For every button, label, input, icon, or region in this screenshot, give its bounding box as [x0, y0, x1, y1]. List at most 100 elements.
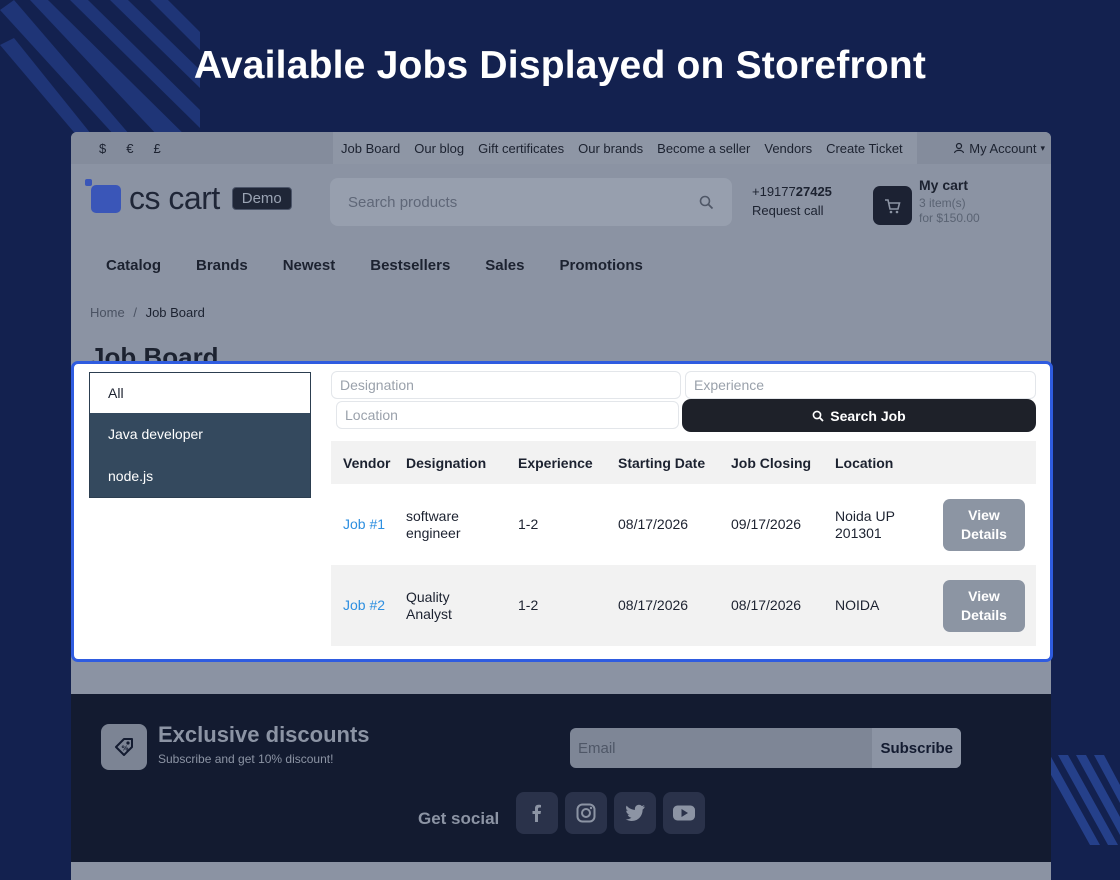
chevron-down-icon: ▾	[1040, 142, 1045, 153]
currency-eur[interactable]: €	[126, 141, 133, 156]
location-input[interactable]: Location	[336, 401, 679, 429]
topnav-create-ticket[interactable]: Create Ticket	[826, 141, 903, 156]
starting-date-cell: 08/17/2026	[618, 597, 689, 613]
location-line: 201301	[835, 524, 882, 541]
table-row: Job #1 software engineer 1-2 08/17/2026 …	[331, 484, 1036, 565]
view-details-label: Details	[961, 525, 1007, 542]
topnav-blog[interactable]: Our blog	[414, 141, 464, 156]
vendor-link[interactable]: Job #2	[331, 597, 404, 614]
designation-line: Quality	[406, 588, 450, 605]
experience-input[interactable]: Experience	[685, 371, 1036, 399]
designation-line: engineer	[406, 524, 461, 541]
top-nav: Job Board Our blog Gift certificates Our…	[333, 132, 917, 164]
product-search-input[interactable]: Search products	[330, 178, 732, 226]
search-icon	[812, 410, 824, 422]
category-list: All Java developer node.js	[89, 372, 311, 498]
logo-mark	[85, 178, 121, 213]
col-job-closing: Job Closing	[731, 454, 812, 471]
search-icon[interactable]	[699, 195, 714, 210]
location-cell: Noida UP 201301	[835, 508, 931, 542]
top-bar: $ € £ Job Board Our blog Gift certificat…	[71, 132, 1051, 164]
topnav-brands[interactable]: Our brands	[578, 141, 643, 156]
phone-bold: 27425	[795, 184, 832, 199]
search-placeholder: Search products	[348, 193, 458, 211]
breadcrumb-home[interactable]: Home	[90, 305, 125, 320]
location-line: NOIDA	[835, 597, 880, 613]
nav-promotions[interactable]: Promotions	[560, 257, 643, 274]
search-job-button[interactable]: Search Job	[682, 399, 1036, 432]
view-details-label: View	[968, 587, 1000, 604]
request-call-link[interactable]: Request call	[752, 201, 832, 220]
experience-cell: 1-2	[518, 516, 539, 532]
decorative-stripes	[1040, 755, 1120, 845]
nav-sales[interactable]: Sales	[485, 257, 524, 274]
cart-total: for $150.00	[919, 211, 980, 225]
newsletter-form: Email Subscribe	[570, 728, 961, 768]
nav-newest[interactable]: Newest	[283, 257, 336, 274]
job-closing-cell: 09/17/2026	[731, 516, 802, 532]
store-logo[interactable]: cs cart Demo	[85, 178, 292, 217]
experience-cell: 1-2	[518, 597, 539, 613]
location-cell: NOIDA	[835, 597, 931, 614]
job-closing-cell: 08/17/2026	[731, 597, 802, 613]
newsletter-email-input[interactable]: Email	[570, 740, 872, 757]
topnav-become-seller[interactable]: Become a seller	[657, 141, 750, 156]
cart-button[interactable]	[873, 186, 912, 225]
hero-title: Available Jobs Displayed on Storefront	[193, 44, 927, 87]
jobs-table: Vendor Designation Experience Starting D…	[331, 441, 1036, 646]
nav-catalog[interactable]: Catalog	[106, 257, 161, 274]
job-board-panel: All Java developer node.js Designation E…	[71, 361, 1053, 662]
svg-text:%: %	[122, 745, 129, 753]
discount-subtitle: Subscribe and get 10% discount!	[158, 752, 334, 766]
view-details-button[interactable]: View Details	[943, 498, 1025, 551]
category-item-all[interactable]: All	[90, 373, 310, 413]
instagram-icon[interactable]	[565, 792, 607, 834]
col-location: Location	[835, 454, 894, 471]
col-starting-date: Starting Date	[618, 454, 706, 471]
breadcrumb: Home / Job Board	[90, 305, 205, 320]
facebook-icon[interactable]	[516, 792, 558, 834]
col-experience: Experience	[518, 454, 593, 471]
starting-date-cell: 08/17/2026	[618, 516, 689, 532]
col-designation: Designation	[406, 454, 487, 471]
table-header: Vendor Designation Experience Starting D…	[331, 441, 1036, 484]
my-account-menu[interactable]: My Account ▾	[953, 141, 1045, 156]
category-item-java-developer[interactable]: Java developer	[90, 413, 310, 455]
actions-cell: View Details	[931, 498, 1036, 551]
view-details-button[interactable]: View Details	[943, 579, 1025, 632]
store-footer: % Exclusive discounts Subscribe and get …	[71, 694, 1051, 862]
twitter-icon[interactable]	[614, 792, 656, 834]
vendor-link[interactable]: Job #1	[331, 516, 404, 533]
currency-gbp[interactable]: £	[153, 141, 160, 156]
category-item-nodejs[interactable]: node.js	[90, 455, 310, 497]
phone-prefix: +19177	[752, 184, 796, 199]
breadcrumb-current: Job Board	[145, 305, 205, 320]
view-details-label: View	[968, 506, 1000, 523]
phone-contact: +1917727425 Request call	[752, 182, 832, 220]
designation-cell: Quality Analyst	[404, 589, 518, 623]
breadcrumb-separator: /	[133, 305, 137, 320]
topnav-job-board[interactable]: Job Board	[341, 141, 400, 156]
currency-switcher: $ € £	[71, 141, 333, 156]
logo-text: cs cart	[129, 180, 220, 216]
demo-badge: Demo	[231, 187, 292, 210]
subscribe-button[interactable]: Subscribe	[872, 728, 961, 768]
col-vendor: Vendor	[343, 454, 391, 471]
nav-brands[interactable]: Brands	[196, 257, 248, 274]
social-label: Get social	[418, 809, 500, 828]
cart-icon	[885, 198, 901, 213]
youtube-icon[interactable]	[663, 792, 705, 834]
store-header: cs cart Demo Search products +1917727425…	[71, 164, 1051, 246]
social-links	[516, 792, 705, 834]
cart-summary[interactable]: My cart 3 item(s) for $150.00	[919, 178, 980, 226]
currency-usd[interactable]: $	[99, 141, 106, 156]
topnav-vendors[interactable]: Vendors	[764, 141, 812, 156]
discount-title: Exclusive discounts	[158, 722, 370, 747]
topnav-gift-certificates[interactable]: Gift certificates	[478, 141, 564, 156]
designation-cell: software engineer	[404, 508, 518, 542]
designation-line: Analyst	[406, 605, 452, 622]
nav-bestsellers[interactable]: Bestsellers	[370, 257, 450, 274]
footer-bottom-strip	[71, 862, 1051, 880]
cart-title: My cart	[919, 177, 969, 193]
designation-input[interactable]: Designation	[331, 371, 681, 399]
